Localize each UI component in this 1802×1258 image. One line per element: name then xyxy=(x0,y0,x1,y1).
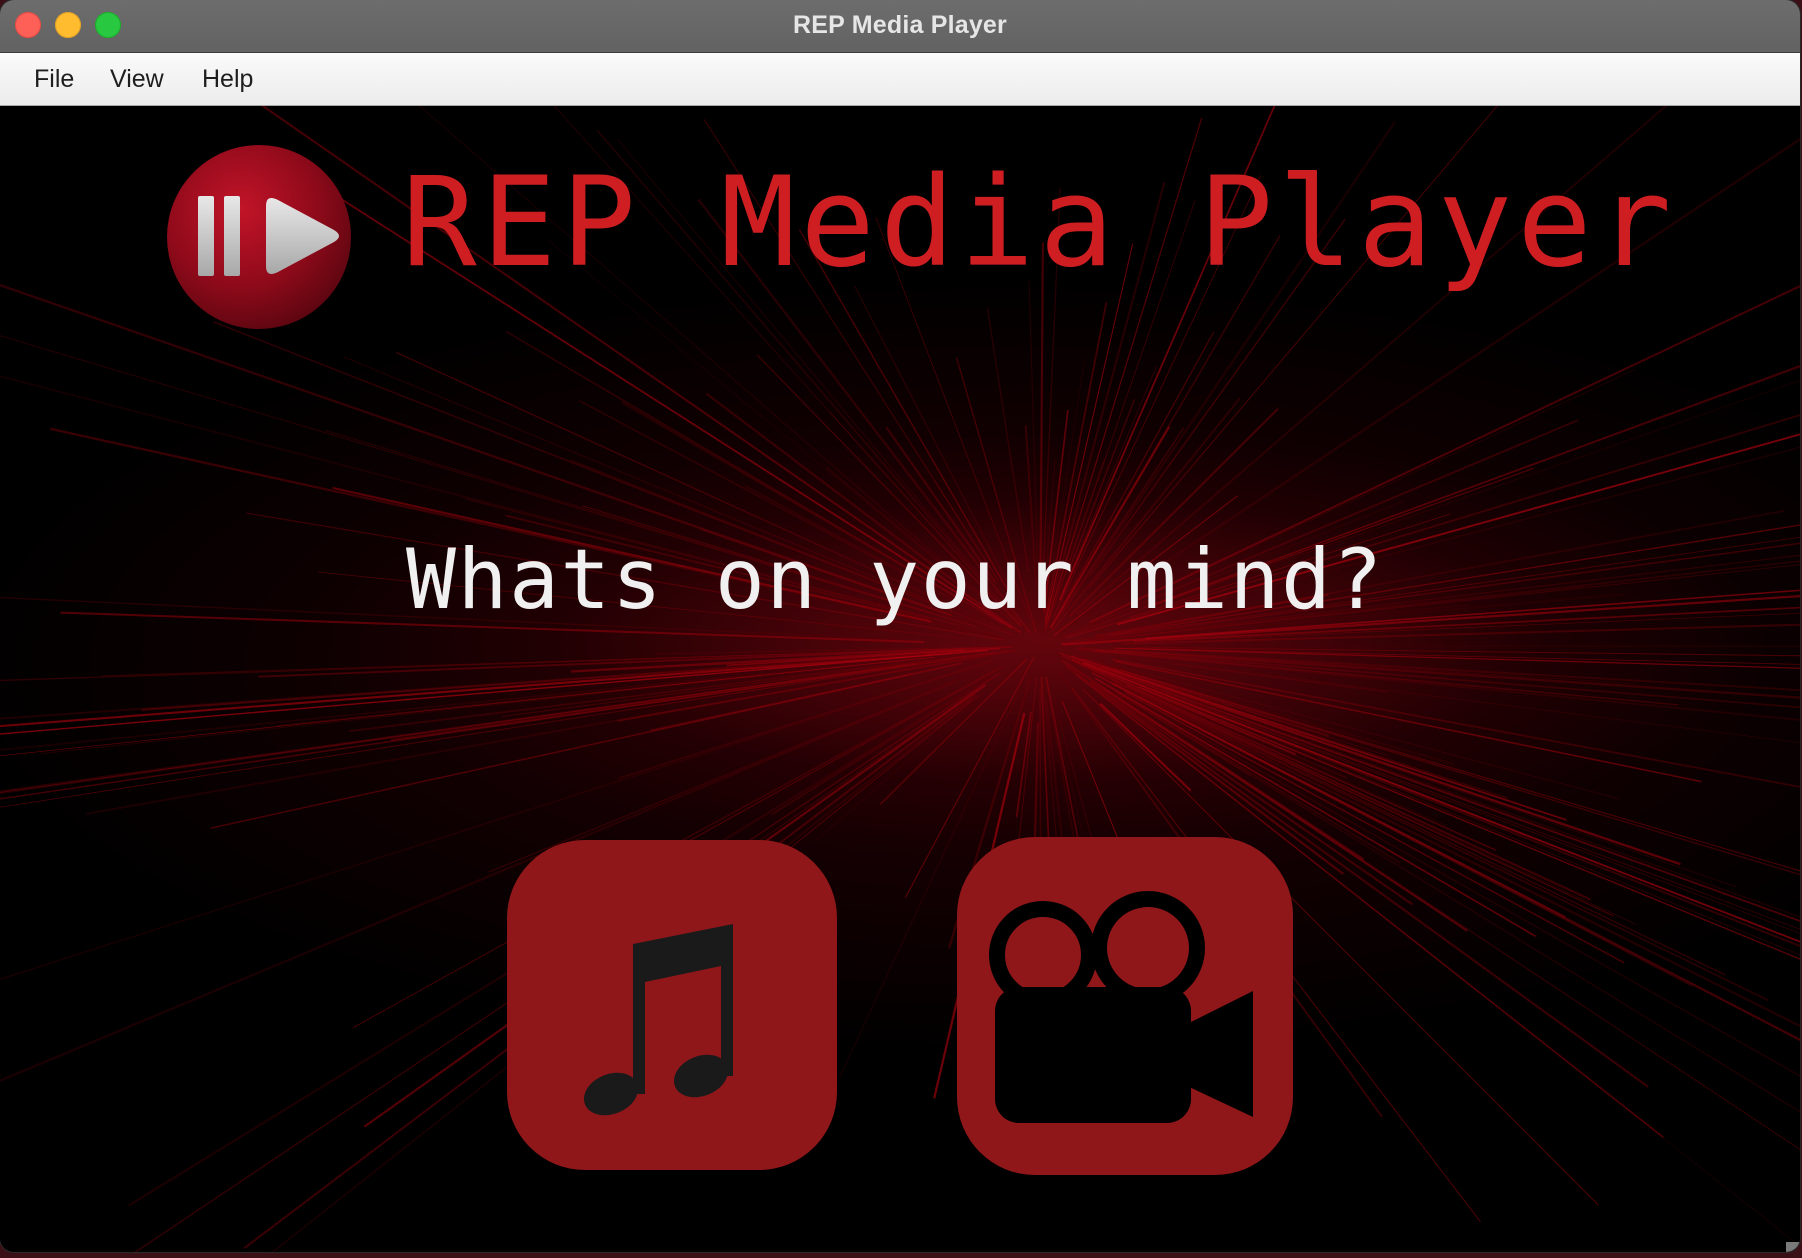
menu-view[interactable]: View xyxy=(110,65,164,94)
menu-file[interactable]: File xyxy=(34,65,74,94)
pause-play-icon xyxy=(166,144,352,330)
title-bar[interactable]: REP Media Player xyxy=(0,0,1800,53)
video-camera-icon xyxy=(989,891,1253,1123)
prompt-text: Whats on your mind? xyxy=(406,531,1384,628)
resize-handle[interactable] xyxy=(1786,1242,1800,1252)
app-heading: REP Media Player xyxy=(402,151,1677,295)
music-button[interactable] xyxy=(507,840,837,1170)
main-content: REP Media Player Whats on your mind? xyxy=(0,106,1800,1252)
menu-bar: File View Help xyxy=(0,53,1800,106)
window-title: REP Media Player xyxy=(793,11,1007,39)
menu-help[interactable]: Help xyxy=(202,65,253,94)
music-note-icon xyxy=(583,924,733,1116)
app-window: REP Media Player File View Help REP Medi… xyxy=(0,0,1800,1252)
video-button[interactable] xyxy=(957,837,1293,1175)
